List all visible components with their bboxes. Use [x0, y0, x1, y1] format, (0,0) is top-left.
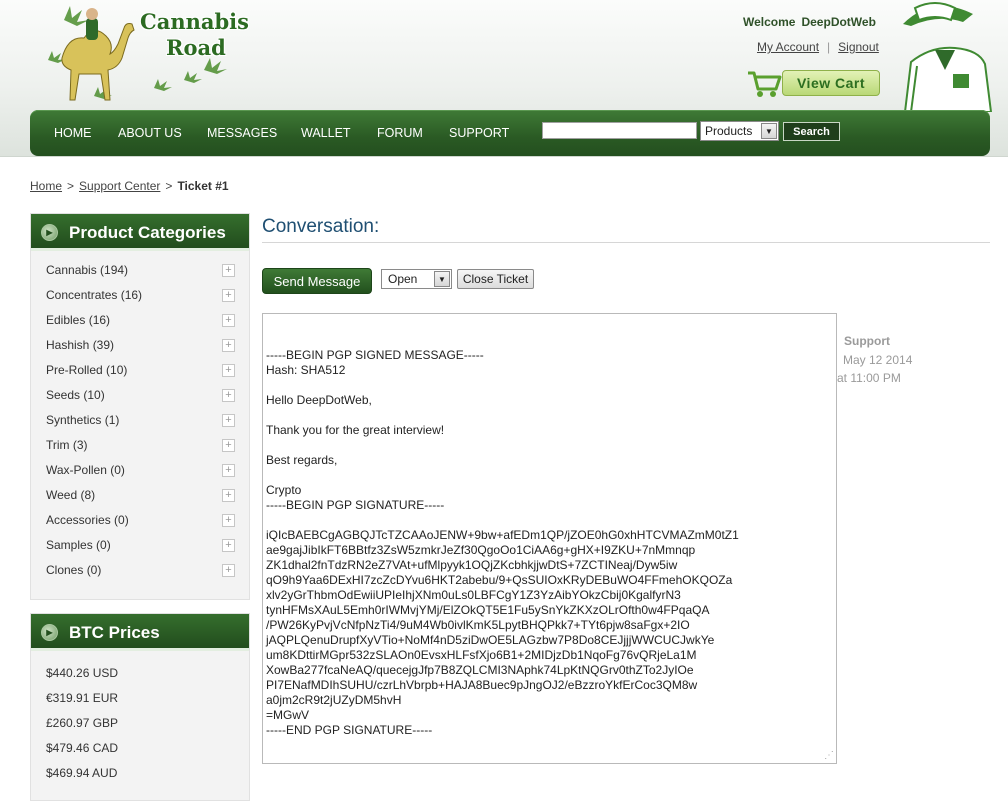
- message-time: at 11:00 PM: [837, 371, 901, 385]
- nav-item-wallet[interactable]: WALLET: [301, 126, 351, 140]
- plus-icon[interactable]: +: [222, 414, 235, 427]
- breadcrumb-home[interactable]: Home: [30, 179, 62, 193]
- main-navigation: HOME ABOUT US MESSAGES WALLET FORUM SUPP…: [30, 110, 990, 156]
- product-categories-panel: ▶ Product Categories Cannabis (194) + Con…: [30, 213, 250, 600]
- divider: [262, 242, 990, 243]
- plus-icon[interactable]: +: [222, 314, 235, 327]
- plus-icon[interactable]: +: [222, 339, 235, 352]
- category-label: Synthetics (1): [46, 413, 120, 427]
- arrow-right-icon: ▶: [41, 624, 58, 641]
- category-item[interactable]: Concentrates (16) +: [31, 286, 249, 311]
- category-label: Clones (0): [46, 563, 102, 577]
- search-category-select[interactable]: Products ▼: [700, 121, 779, 141]
- plus-icon[interactable]: +: [222, 389, 235, 402]
- category-item[interactable]: Trim (3) +: [31, 436, 249, 461]
- shopping-cart-icon: [748, 71, 782, 97]
- account-links: My Account | Signout: [757, 40, 879, 54]
- close-ticket-button[interactable]: Close Ticket: [457, 269, 534, 289]
- welcome-message: Welcome DeepDotWeb: [743, 15, 882, 29]
- category-label: Seeds (10): [46, 388, 105, 402]
- plus-icon[interactable]: +: [222, 289, 235, 302]
- message-text: -----BEGIN PGP SIGNED MESSAGE----- Hash:…: [266, 348, 739, 737]
- category-label: Edibles (16): [46, 313, 111, 327]
- message-date: May 12 2014: [843, 353, 913, 367]
- breadcrumb-separator: >: [165, 179, 173, 193]
- btc-prices-header: ▶ BTC Prices: [31, 614, 249, 651]
- plus-icon[interactable]: +: [222, 464, 235, 477]
- btc-price-list: $440.26 USD €319.91 EUR £260.97 GBP $479…: [31, 651, 249, 789]
- page-title: Conversation:: [262, 216, 380, 237]
- search-category-value: Products: [705, 124, 753, 138]
- category-label: Pre-Rolled (10): [46, 363, 128, 377]
- ticket-status-select[interactable]: Open ▼: [381, 269, 452, 289]
- category-item[interactable]: Wax-Pollen (0) +: [31, 461, 249, 486]
- category-item[interactable]: Accessories (0) +: [31, 511, 249, 536]
- btc-prices-title: BTC Prices: [69, 623, 160, 642]
- search-button[interactable]: Search: [783, 122, 840, 141]
- category-item[interactable]: Synthetics (1) +: [31, 411, 249, 436]
- plus-icon[interactable]: +: [222, 264, 235, 277]
- category-label: Weed (8): [46, 488, 96, 502]
- btc-price-gbp: £260.97 GBP: [46, 716, 119, 730]
- category-item[interactable]: Samples (0) +: [31, 536, 249, 561]
- nav-item-messages[interactable]: MESSAGES: [207, 126, 277, 140]
- message-textarea[interactable]: -----BEGIN PGP SIGNED MESSAGE----- Hash:…: [262, 313, 837, 764]
- category-item[interactable]: Seeds (10) +: [31, 386, 249, 411]
- breadcrumb: Home > Support Center > Ticket #1: [30, 179, 229, 193]
- category-item[interactable]: Clones (0) +: [31, 561, 249, 586]
- btc-price-eur: €319.91 EUR: [46, 691, 119, 705]
- plus-icon[interactable]: +: [222, 364, 235, 377]
- category-item[interactable]: Cannabis (194) +: [31, 261, 249, 286]
- category-list: Cannabis (194) + Concentrates (16) + Edibl…: [31, 251, 249, 586]
- category-item[interactable]: Weed (8) +: [31, 486, 249, 511]
- breadcrumb-support-center[interactable]: Support Center: [79, 179, 160, 193]
- mascot-figure-icon: [903, 2, 993, 112]
- breadcrumb-separator: >: [67, 179, 75, 193]
- username: DeepDotWeb: [801, 15, 876, 29]
- product-categories-header: ▶ Product Categories: [31, 214, 249, 251]
- message-author: Support: [844, 334, 890, 348]
- category-label: Hashish (39): [46, 338, 115, 352]
- category-item[interactable]: Pre-Rolled (10) +: [31, 361, 249, 386]
- plus-icon[interactable]: +: [222, 564, 235, 577]
- ticket-status-value: Open: [388, 272, 418, 286]
- plus-icon[interactable]: +: [222, 514, 235, 527]
- category-label: Trim (3): [46, 438, 88, 452]
- chevron-down-icon[interactable]: ▼: [761, 123, 777, 139]
- btc-price-usd: $440.26 USD: [46, 666, 119, 680]
- logo-text-line2: Road: [166, 35, 226, 60]
- nav-item-home[interactable]: HOME: [54, 126, 92, 140]
- btc-prices-panel: ▶ BTC Prices $440.26 USD €319.91 EUR £26…: [30, 613, 250, 801]
- site-logo[interactable]: Cannabis Road: [34, 0, 249, 108]
- nav-item-support[interactable]: SUPPORT: [449, 126, 509, 140]
- logo-text-line1: Cannabis: [140, 9, 249, 34]
- nav-item-about-us[interactable]: ABOUT US: [118, 126, 182, 140]
- category-label: Accessories (0): [46, 513, 129, 527]
- category-label: Samples (0): [46, 538, 111, 552]
- product-categories-title: Product Categories: [69, 223, 226, 242]
- nav-item-forum[interactable]: FORUM: [377, 126, 423, 140]
- search-input[interactable]: [542, 122, 697, 139]
- btc-price-cad: $479.46 CAD: [46, 741, 119, 755]
- arrow-right-icon: ▶: [41, 224, 58, 241]
- chevron-down-icon[interactable]: ▼: [434, 271, 450, 287]
- signout-link[interactable]: Signout: [838, 40, 879, 54]
- btc-price-aud: $469.94 AUD: [46, 766, 118, 780]
- plus-icon[interactable]: +: [222, 439, 235, 452]
- view-cart-button[interactable]: View Cart: [746, 68, 881, 98]
- category-item[interactable]: Hashish (39) +: [31, 336, 249, 361]
- category-item[interactable]: Edibles (16) +: [31, 311, 249, 336]
- breadcrumb-current: Ticket #1: [177, 179, 229, 193]
- resize-grip-icon[interactable]: ⋰: [824, 751, 834, 761]
- category-label: Concentrates (16): [46, 288, 143, 302]
- plus-icon[interactable]: +: [222, 539, 235, 552]
- view-cart-label: View Cart: [782, 70, 880, 96]
- my-account-link[interactable]: My Account: [757, 40, 819, 54]
- plus-icon[interactable]: +: [222, 489, 235, 502]
- category-label: Cannabis (194): [46, 263, 129, 277]
- send-message-button[interactable]: Send Message: [262, 268, 372, 294]
- welcome-label: Welcome: [743, 15, 796, 29]
- category-label: Wax-Pollen (0): [46, 463, 125, 477]
